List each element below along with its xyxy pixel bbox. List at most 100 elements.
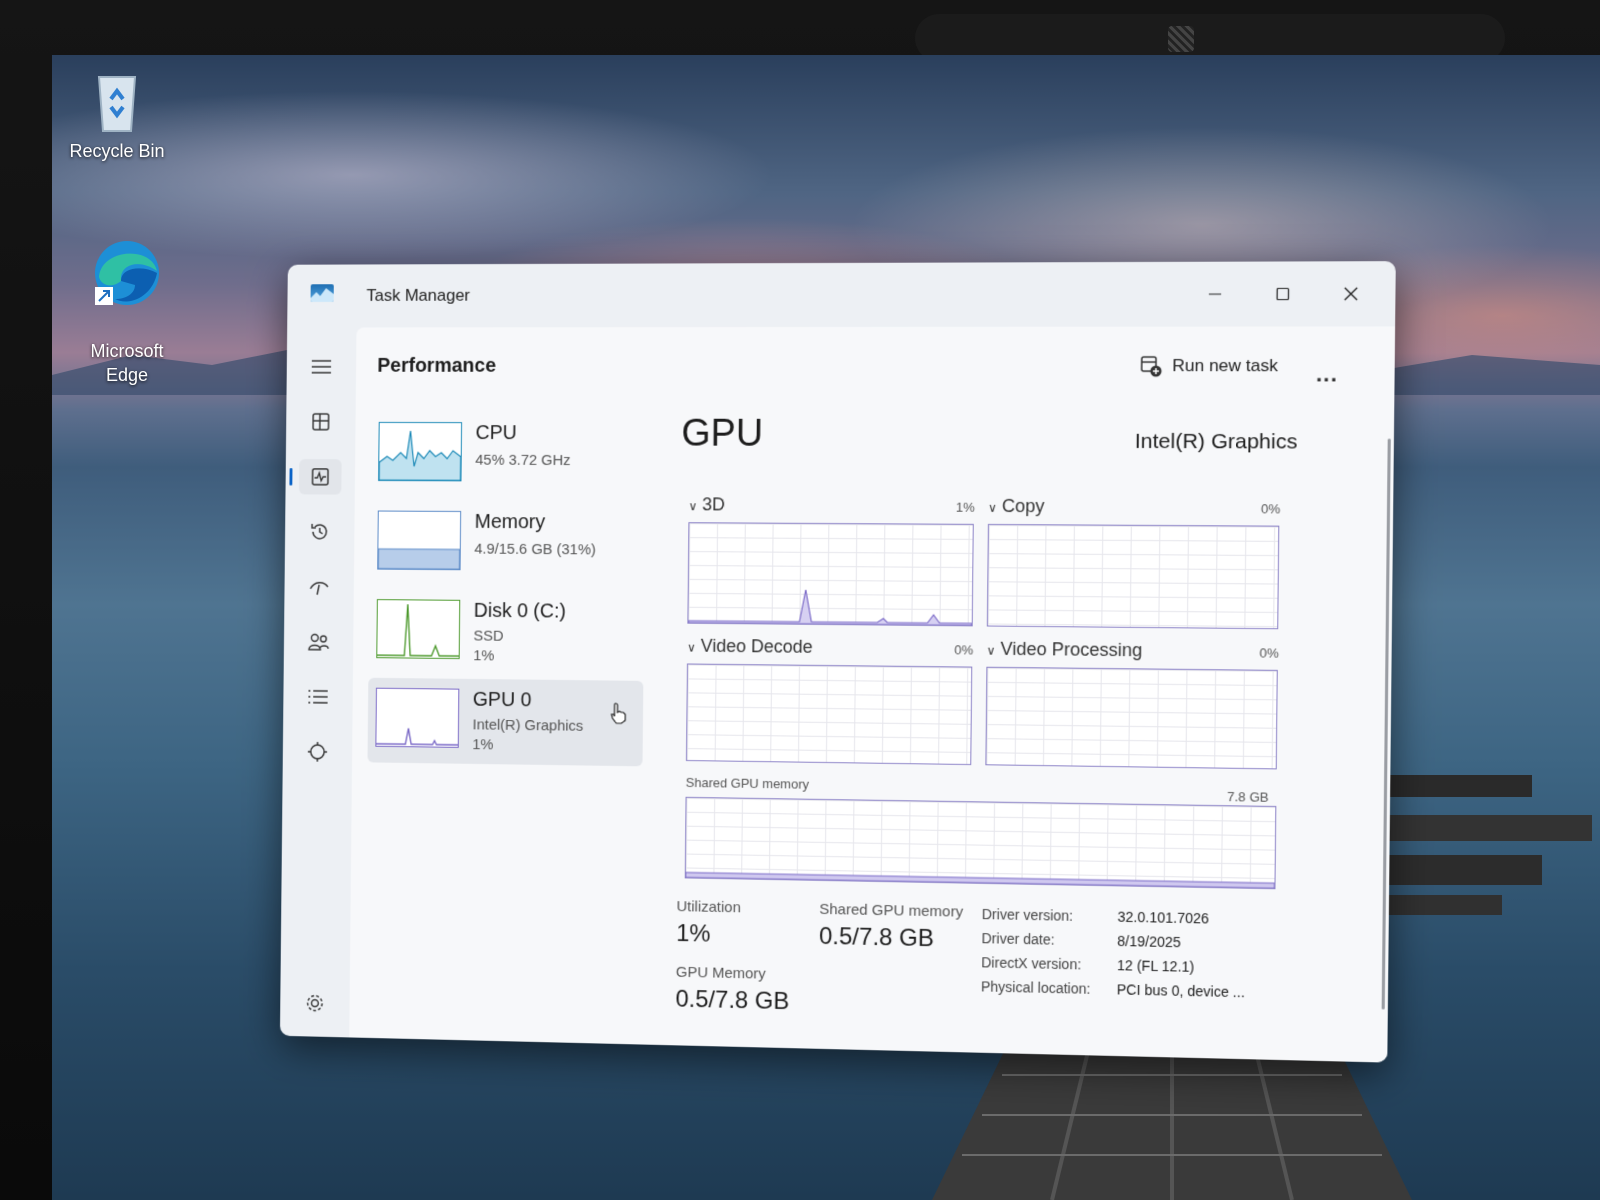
- processes-icon: [311, 412, 330, 432]
- desktop-icon-label: Microsoft Edge: [90, 341, 164, 385]
- minimize-icon: [1208, 287, 1222, 301]
- disk-thumbnail-graph: [376, 599, 461, 660]
- info-value: 32.0.101.7026: [1117, 908, 1210, 927]
- performance-icon: [311, 467, 330, 487]
- run-task-icon: [1140, 355, 1163, 377]
- minimize-button[interactable]: [1191, 274, 1239, 315]
- resource-name: Memory: [474, 511, 546, 534]
- maximize-icon: [1276, 287, 1291, 301]
- info-key: Driver version:: [981, 905, 1074, 924]
- nav-rail: [280, 327, 357, 1037]
- nav-item-services[interactable]: [296, 734, 339, 770]
- resource-item-cpu[interactable]: CPU 45% 3.72 GHz: [370, 412, 646, 498]
- graph-shared-memory: [685, 796, 1277, 889]
- resource-detail: SSD: [473, 627, 504, 645]
- page-title: Performance: [377, 354, 497, 377]
- title-bar[interactable]: Task Manager: [287, 261, 1396, 327]
- resource-detail: 4.9/15.6 GB (31%): [474, 540, 596, 559]
- shared-memory-graph-max: 7.8 GB: [1227, 788, 1269, 805]
- engine-label: Video Decode: [700, 635, 813, 657]
- nav-item-startup-apps[interactable]: [298, 569, 341, 605]
- startup-apps-icon: [308, 577, 329, 597]
- resource-detail: Intel(R) Graphics: [472, 716, 584, 735]
- engine-label: Copy: [1001, 495, 1045, 517]
- engine-percent: 0%: [1260, 501, 1281, 517]
- info-value: 12 (FL 12.1): [1116, 957, 1195, 975]
- graph-3d: [687, 522, 973, 626]
- resource-item-disk[interactable]: Disk 0 (C:) SSD 1%: [368, 589, 644, 677]
- settings-button[interactable]: [294, 985, 337, 1021]
- utilization-value: 1%: [676, 920, 711, 948]
- info-value: 8/19/2025: [1117, 932, 1181, 951]
- desktop-icon-edge[interactable]: Microsoft Edge: [72, 213, 182, 387]
- gpu-memory-label: GPU Memory: [675, 963, 766, 983]
- users-icon: [307, 632, 330, 652]
- webcam-icon: [1168, 26, 1194, 52]
- chevron-down-icon: ∨: [986, 643, 996, 658]
- graph-copy: [986, 523, 1280, 630]
- engine-percent: 0%: [954, 642, 974, 658]
- hand-cursor-icon: [609, 702, 627, 724]
- utilization-label: Utilization: [676, 898, 741, 917]
- graph-3d-line: [688, 523, 972, 625]
- nav-item-processes[interactable]: [300, 404, 343, 439]
- gpu-memory-value: 0.5/7.8 GB: [675, 985, 790, 1016]
- resource-detail: 45% 3.72 GHz: [475, 451, 571, 469]
- memory-thumbnail-graph: [377, 510, 462, 571]
- engine-label: Video Processing: [1000, 638, 1143, 661]
- info-key: Driver date:: [981, 930, 1055, 948]
- nav-item-app-history[interactable]: [298, 514, 341, 550]
- cpu-thumbnail-graph: [378, 421, 463, 482]
- close-icon: [1343, 286, 1360, 302]
- task-manager-icon: [310, 284, 334, 302]
- engine-percent: 1%: [955, 499, 975, 515]
- hamburger-button[interactable]: [300, 349, 343, 384]
- resource-name: CPU: [475, 422, 517, 445]
- info-key: Physical location:: [980, 978, 1091, 997]
- shared-memory-fill: [686, 798, 1276, 888]
- info-value: PCI bus 0, device ...: [1116, 981, 1245, 1001]
- chevron-down-icon: ∨: [687, 640, 696, 655]
- run-new-task-button[interactable]: Run new task: [1140, 355, 1279, 377]
- gear-icon: [304, 992, 325, 1014]
- run-task-label: Run new task: [1172, 355, 1279, 376]
- resource-list: CPU 45% 3.72 GHz Memory 4.9/15.6 GB (31%…: [367, 412, 646, 770]
- gpu-heading: GPU: [681, 412, 764, 455]
- engine-selector-video-decode[interactable]: ∨ Video Decode: [687, 636, 813, 658]
- chevron-down-icon: ∨: [987, 500, 998, 515]
- shared-memory-stat-label: Shared GPU memory: [819, 900, 964, 921]
- resource-name: Disk 0 (C:): [473, 599, 567, 623]
- desktop-icon-label: Recycle Bin: [69, 141, 165, 161]
- nav-item-details[interactable]: [297, 679, 340, 715]
- gpu-adapter-name: Intel(R) Graphics: [1134, 429, 1298, 454]
- graph-video-processing: [985, 666, 1278, 770]
- graph-video-decode: [685, 663, 973, 766]
- resource-usage: 1%: [472, 736, 494, 754]
- app-history-icon: [309, 521, 330, 543]
- resource-item-gpu[interactable]: GPU 0 Intel(R) Graphics 1%: [367, 677, 644, 767]
- resource-usage: 1%: [473, 647, 495, 665]
- engine-label: 3D: [702, 494, 726, 515]
- performance-pane: Performance Run new task ... CPU 45% 3.7…: [349, 326, 1396, 1063]
- chevron-down-icon: ∨: [688, 499, 698, 514]
- close-button[interactable]: [1327, 273, 1375, 314]
- engine-selector-video-processing[interactable]: ∨ Video Processing: [986, 639, 1142, 662]
- resource-name: GPU 0: [472, 688, 532, 712]
- task-manager-window: Task Manager Performance Run new task ..…: [279, 261, 1396, 1063]
- more-options-button[interactable]: ...: [1316, 361, 1338, 387]
- engine-selector-3d[interactable]: ∨ 3D: [688, 494, 726, 515]
- hamburger-icon: [311, 358, 332, 376]
- engine-percent: 0%: [1259, 645, 1279, 661]
- resource-item-memory[interactable]: Memory 4.9/15.6 GB (31%): [369, 501, 645, 588]
- maximize-button[interactable]: [1259, 274, 1307, 315]
- engine-selector-copy[interactable]: ∨ Copy: [988, 496, 1045, 517]
- services-icon: [307, 741, 328, 763]
- details-icon: [307, 688, 328, 706]
- nav-item-users[interactable]: [297, 624, 340, 660]
- shared-memory-graph-label: Shared GPU memory: [685, 774, 810, 792]
- info-key: DirectX version:: [981, 954, 1082, 973]
- nav-item-performance[interactable]: [298, 459, 342, 495]
- recycle-bin-icon: [97, 76, 137, 132]
- desktop-icon-recycle-bin[interactable]: Recycle Bin: [62, 69, 172, 162]
- window-title: Task Manager: [366, 285, 471, 305]
